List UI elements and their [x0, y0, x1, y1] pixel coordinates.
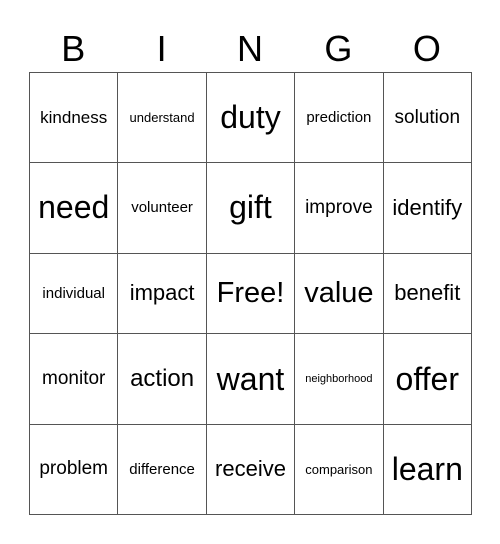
bingo-header: B I N G O [29, 26, 471, 72]
bingo-card: kindness understand duty prediction solu… [28, 71, 473, 516]
header-letter-g: G [324, 28, 353, 69]
bingo-cell[interactable]: kindness [28, 71, 119, 164]
header-letter-i: I [156, 28, 167, 69]
bingo-cell[interactable]: offer [382, 333, 473, 425]
bingo-cell[interactable]: individual [28, 252, 119, 335]
bingo-cell[interactable]: prediction [294, 71, 384, 164]
bingo-cell[interactable]: gift [205, 162, 296, 254]
header-letter-n: N [237, 28, 264, 69]
bingo-cell[interactable]: identify [382, 162, 473, 254]
bingo-cell[interactable]: action [117, 333, 207, 425]
bingo-cell[interactable]: value [294, 252, 384, 335]
bingo-cell[interactable]: volunteer [117, 162, 207, 254]
bingo-cell[interactable]: need [28, 162, 119, 254]
bingo-cell[interactable]: duty [205, 71, 296, 164]
bingo-cell[interactable]: comparison [294, 423, 384, 516]
bingo-cell[interactable]: impact [117, 252, 207, 335]
bingo-cell[interactable]: neighborhood [294, 333, 384, 425]
bingo-cell[interactable]: problem [28, 423, 119, 516]
bingo-cell[interactable]: want [205, 333, 296, 425]
bingo-cell[interactable]: improve [294, 162, 384, 254]
bingo-row: monitor action want neighborhood offer [28, 333, 473, 425]
header-letter-b: B [61, 28, 86, 69]
bingo-cell[interactable]: monitor [28, 333, 119, 425]
bingo-cell[interactable]: solution [382, 71, 473, 164]
header-letter-o: O [412, 28, 441, 69]
bingo-cell[interactable]: receive [205, 423, 296, 516]
bingo-row: problem difference receive comparison le… [28, 423, 473, 516]
bingo-row: individual impact Free! value benefit [28, 252, 473, 335]
bingo-row: kindness understand duty prediction solu… [28, 71, 473, 164]
bingo-cell[interactable]: learn [382, 423, 473, 516]
bingo-row: need volunteer gift improve identify [28, 162, 473, 254]
bingo-cell[interactable]: difference [117, 423, 207, 516]
free-space-cell[interactable]: Free! [205, 252, 296, 335]
bingo-cell[interactable]: benefit [382, 252, 473, 335]
bingo-cell[interactable]: understand [117, 71, 207, 164]
